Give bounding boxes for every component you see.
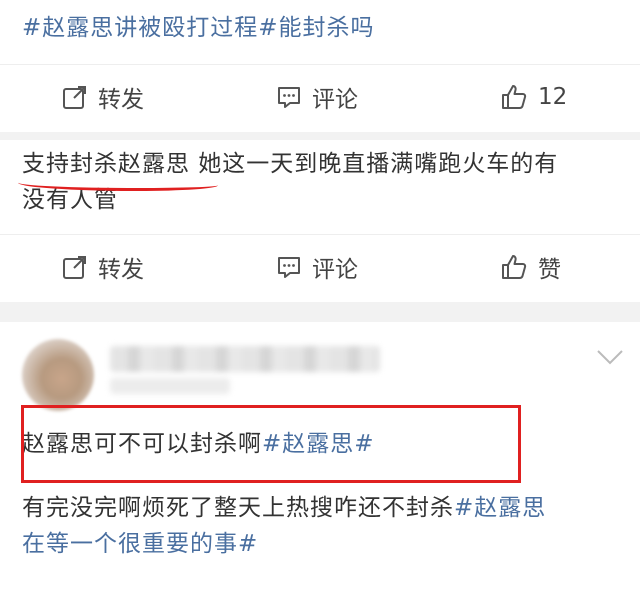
blurred-post-meta — [110, 378, 230, 394]
forward-label: 转发 — [98, 87, 144, 113]
reply-text-line1: 有完没完啊烦死了整天上热搜咋还不封杀#赵露思 — [22, 490, 546, 526]
like-button[interactable]: 赞 — [500, 235, 561, 299]
hashtag-line[interactable]: #赵露思讲被殴打过程#能封杀吗 — [22, 10, 375, 46]
forward-button[interactable]: 转发 — [62, 235, 144, 299]
post-card-2: 支持封杀赵露思 她这一天到晚直播满嘴跑火车的有 没有人管 转发 评论 赞 — [0, 140, 640, 302]
red-box-annotation — [21, 405, 521, 483]
forward-label: 转发 — [98, 257, 144, 283]
share-icon — [63, 256, 86, 279]
avatar[interactable] — [22, 339, 94, 411]
reply-text: 有完没完啊烦死了整天上热搜咋还不封杀 — [22, 495, 454, 521]
like-label: 赞 — [538, 257, 561, 283]
chevron-down-icon[interactable] — [596, 348, 624, 366]
like-button[interactable]: 12 — [500, 65, 567, 129]
comment-button[interactable]: 评论 — [276, 65, 358, 129]
action-bar: 转发 评论 12 — [0, 64, 640, 128]
comment-label: 评论 — [312, 87, 358, 113]
share-icon — [63, 86, 86, 109]
comment-label: 评论 — [312, 257, 358, 283]
post-text-rest: 她这一天到晚直播满嘴跑火车的有 — [190, 151, 559, 177]
highlighted-phrase: 支持封杀赵露思 — [22, 151, 190, 177]
reply-hashtag-end[interactable]: 在等一个很重要的事# — [22, 526, 258, 562]
thumbs-up-icon — [502, 85, 527, 109]
comment-button[interactable]: 评论 — [276, 235, 358, 299]
forward-button[interactable]: 转发 — [62, 65, 144, 129]
thumbs-up-icon — [502, 255, 527, 279]
like-count: 12 — [538, 84, 568, 110]
comment-icon — [278, 257, 300, 278]
post-card-1: #赵露思讲被殴打过程#能封杀吗 转发 评论 12 — [0, 0, 640, 132]
blurred-username — [110, 346, 380, 372]
action-bar: 转发 评论 赞 — [0, 234, 640, 298]
reply-hashtag-start[interactable]: #赵露思 — [454, 495, 546, 521]
comment-icon — [278, 87, 300, 108]
